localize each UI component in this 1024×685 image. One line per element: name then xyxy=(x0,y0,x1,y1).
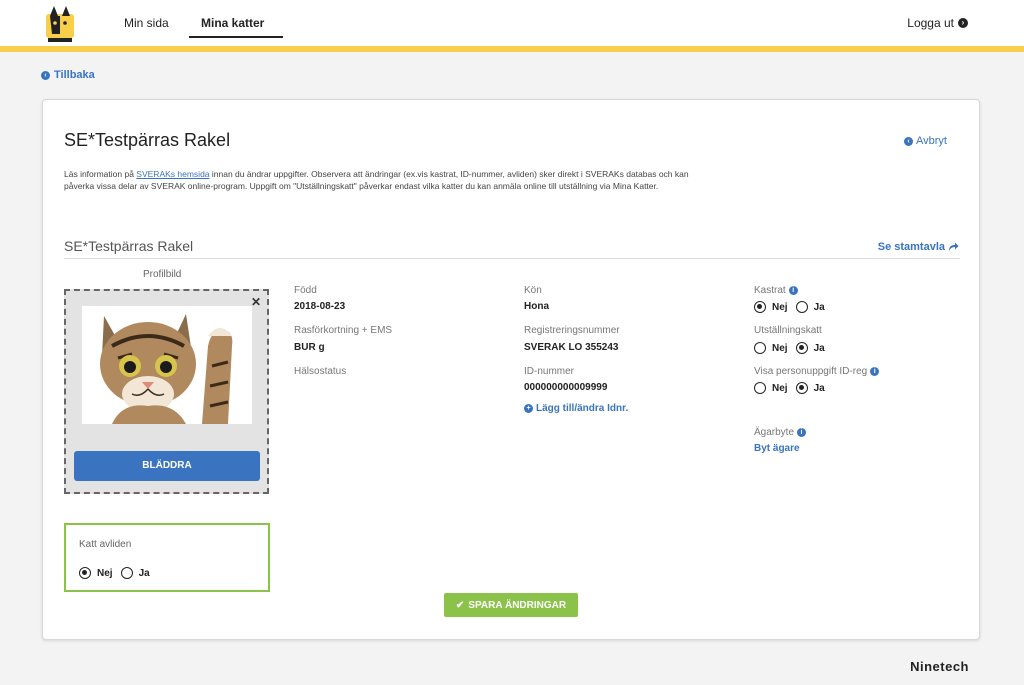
deceased-box: Katt avliden Nej Ja xyxy=(64,523,270,592)
arrow-right-circle-icon: › xyxy=(958,18,968,28)
radio-label: Ja xyxy=(813,342,825,354)
close-icon[interactable]: ✕ xyxy=(251,295,261,309)
neutered-yes-radio[interactable]: Ja xyxy=(795,301,825,313)
radio-label: Nej xyxy=(772,342,788,354)
top-navigation: Min sida Mina katter Logga ut › xyxy=(0,0,1024,46)
arrow-left-circle-icon: ‹ xyxy=(904,136,914,146)
share-arrow-icon xyxy=(949,242,959,251)
radio-label: Ja xyxy=(138,567,150,579)
reg-number-value: SVERAK LO 355243 xyxy=(524,342,619,353)
pedigree-link[interactable]: Se stamtavla xyxy=(878,241,959,253)
check-icon: ✔ xyxy=(455,599,465,611)
deceased-label: Katt avliden xyxy=(79,539,132,550)
neutered-no-radio[interactable]: Nej xyxy=(754,301,788,313)
id-number-label: ID-nummer xyxy=(524,366,575,377)
radio-label: Ja xyxy=(813,382,825,394)
plus-circle-icon: + xyxy=(524,404,533,413)
radio-label: Nej xyxy=(97,567,113,579)
deceased-yes-radio[interactable]: Ja xyxy=(120,567,150,579)
radio-unchecked-icon xyxy=(795,301,808,313)
neutered-radio-group: Nej Ja xyxy=(754,301,833,313)
sex-label: Kön xyxy=(524,285,542,296)
info-icon[interactable]: i xyxy=(870,367,880,376)
show-cat-no-radio[interactable]: Nej xyxy=(754,342,788,354)
cat-illustration-icon xyxy=(82,306,252,424)
header-stripe xyxy=(0,46,1024,52)
breed-value: BUR g xyxy=(294,342,325,353)
save-label: SPARA ÄNDRINGAR xyxy=(468,599,567,611)
radio-checked-icon xyxy=(795,382,808,394)
info-icon[interactable]: i xyxy=(797,428,807,437)
show-personal-info-yes-radio[interactable]: Ja xyxy=(795,382,825,394)
change-owner-link[interactable]: Byt ägare xyxy=(754,443,800,454)
arrow-left-circle-icon: ‹ xyxy=(41,70,50,80)
show-cat-radio-group: Nej Ja xyxy=(754,342,833,354)
pedigree-label: Se stamtavla xyxy=(877,241,945,253)
cancel-link[interactable]: ‹ Avbryt xyxy=(904,135,947,147)
profile-picture-label: Profilbild xyxy=(143,269,182,280)
neutered-label: Kastrat i xyxy=(754,285,798,296)
radio-label: Nej xyxy=(772,382,788,394)
born-label: Född xyxy=(294,285,317,296)
radio-checked-icon xyxy=(754,301,766,313)
show-cat-label: Utställningskatt xyxy=(754,325,822,336)
back-label: Tillbaka xyxy=(54,69,95,81)
info-prefix: Läs information på xyxy=(64,169,137,179)
footer-brand: Ninetech xyxy=(910,659,969,674)
reg-number-label: Registreringsnummer xyxy=(524,325,620,336)
browse-button[interactable]: BLÄDDRA xyxy=(74,451,260,481)
nav-mina-katter[interactable]: Mina katter xyxy=(201,16,264,30)
owner-change-label: Ägarbyte i xyxy=(754,427,807,438)
breed-label: Rasförkortning + EMS xyxy=(294,325,393,336)
deceased-no-radio[interactable]: Nej xyxy=(79,567,113,579)
section-title: SE*Testpärras Rakel xyxy=(64,238,194,254)
radio-unchecked-icon xyxy=(754,342,766,354)
neutered-label-text: Kastrat xyxy=(754,285,786,296)
cat-edit-card: SE*Testpärras Rakel ‹ Avbryt Läs informa… xyxy=(42,99,980,640)
show-personal-info-no-radio[interactable]: Nej xyxy=(754,382,788,394)
deceased-radio-group: Nej Ja xyxy=(79,567,158,579)
cat-photo xyxy=(82,306,252,424)
owner-change-text: Ägarbyte xyxy=(754,427,795,438)
sverak-website-link[interactable]: SVERAKs hemsida xyxy=(136,169,209,179)
page-title: SE*Testpärras Rakel xyxy=(64,130,231,150)
radio-checked-icon xyxy=(795,342,808,354)
logout-link[interactable]: Logga ut › xyxy=(907,16,968,30)
radio-checked-icon xyxy=(79,567,91,579)
info-text: Läs information på SVERAKs hemsida innan… xyxy=(64,169,694,192)
radio-label: Nej xyxy=(772,301,788,313)
show-personal-info-label: Visa personuppgift ID-reg i xyxy=(754,366,880,377)
radio-label: Ja xyxy=(813,301,825,313)
show-cat-yes-radio[interactable]: Ja xyxy=(795,342,825,354)
show-personal-info-text: Visa personuppgift ID-reg xyxy=(754,366,868,377)
section-divider xyxy=(64,258,960,259)
cancel-label: Avbryt xyxy=(916,135,947,147)
radio-unchecked-icon xyxy=(120,567,133,579)
back-link[interactable]: ‹ Tillbaka xyxy=(41,69,95,81)
health-label: Hälsostatus xyxy=(294,366,347,377)
nav-min-sida[interactable]: Min sida xyxy=(124,16,169,30)
id-number-value: 000000000009999 xyxy=(524,382,608,393)
edit-id-link[interactable]: + Lägg till/ändra Idnr. xyxy=(524,403,628,414)
profile-picture-dropzone[interactable]: ✕ BLÄDDRA xyxy=(64,289,269,494)
edit-id-label: Lägg till/ändra Idnr. xyxy=(536,403,629,414)
show-personal-info-radio-group: Nej Ja xyxy=(754,382,833,394)
logout-label: Logga ut xyxy=(907,16,954,30)
born-value: 2018-08-23 xyxy=(294,301,346,312)
active-tab-indicator xyxy=(189,36,283,38)
sex-value: Hona xyxy=(524,301,549,312)
info-icon[interactable]: i xyxy=(788,286,798,295)
sverak-logo-icon[interactable] xyxy=(42,4,78,44)
radio-unchecked-icon xyxy=(754,382,766,394)
save-changes-button[interactable]: ✔ SPARA ÄNDRINGAR xyxy=(444,593,578,617)
